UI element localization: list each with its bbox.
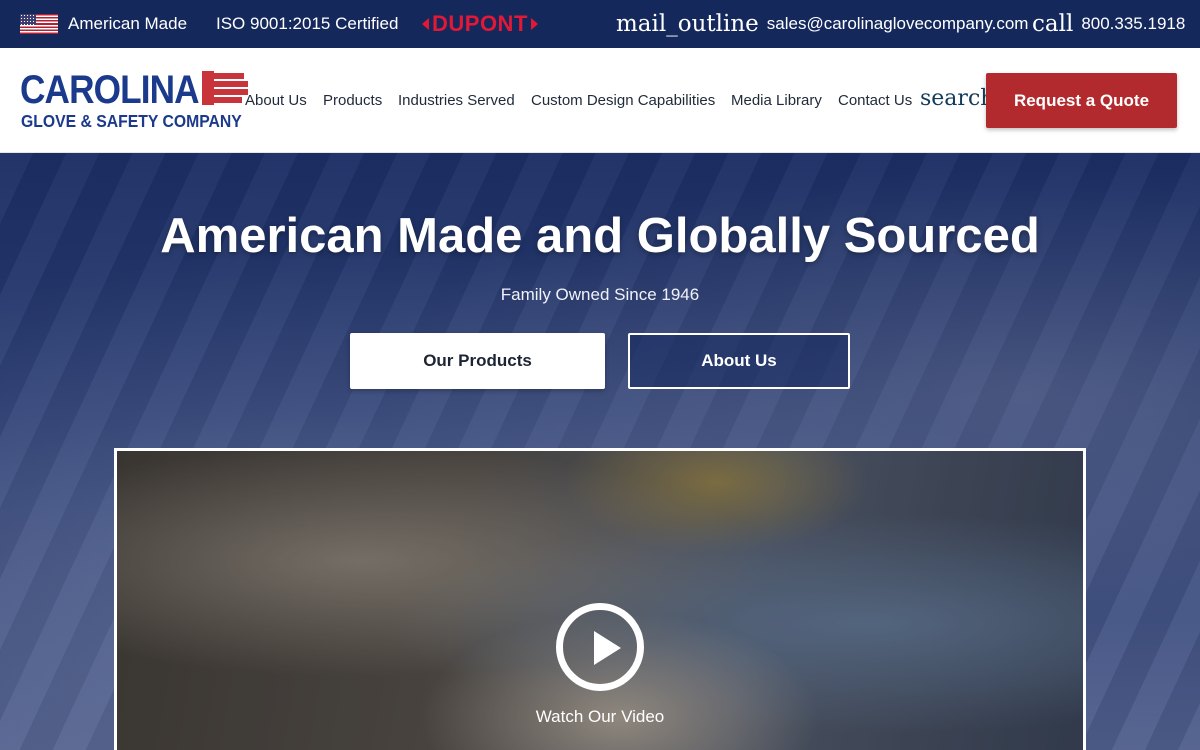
search-icon[interactable]: search bbox=[920, 86, 994, 111]
play-icon[interactable] bbox=[556, 603, 644, 691]
request-quote-button[interactable]: Request a Quote bbox=[986, 73, 1177, 128]
top-utility-bar: American Made ISO 9001:2015 Certified DU… bbox=[0, 0, 1200, 48]
dupont-logo: DUPONT bbox=[422, 0, 538, 48]
site-header: CAROLINA GLOVE & SAFETY COMPANY About Us… bbox=[0, 48, 1200, 153]
nav-industries-served[interactable]: Industries Served bbox=[398, 92, 515, 109]
nav-products[interactable]: Products bbox=[323, 92, 382, 109]
logo-wordmark: CAROLINA bbox=[20, 68, 200, 112]
video-panel[interactable]: Watch Our Video bbox=[114, 448, 1086, 750]
nav-custom-design-capabilities[interactable]: Custom Design Capabilities bbox=[531, 92, 715, 109]
email-link[interactable]: mail_outline sales@carolinaglovecompany.… bbox=[616, 0, 1028, 48]
dupont-logo-text: DUPONT bbox=[432, 11, 528, 36]
american-made-text: American Made bbox=[68, 14, 188, 33]
iso-certification-text: ISO 9001:2015 Certified bbox=[216, 14, 399, 33]
email-address[interactable]: sales@carolinaglovecompany.com bbox=[767, 14, 1029, 34]
site-logo[interactable]: CAROLINA GLOVE & SAFETY COMPANY bbox=[20, 70, 252, 132]
phone-number[interactable]: 800.335.1918 bbox=[1081, 14, 1185, 34]
watch-video-label[interactable]: Watch Our Video bbox=[117, 707, 1083, 727]
nav-contact-us[interactable]: Contact Us bbox=[838, 92, 912, 109]
main-nav: About Us bbox=[245, 48, 307, 153]
phone-link[interactable]: call 800.335.1918 bbox=[1032, 0, 1185, 48]
nav-media-library[interactable]: Media Library bbox=[731, 92, 822, 109]
logo-tagline: GLOVE & SAFETY COMPANY bbox=[21, 111, 242, 131]
our-products-button[interactable]: Our Products bbox=[350, 333, 605, 389]
us-flag-icon bbox=[20, 14, 58, 34]
call-icon: call bbox=[1032, 11, 1074, 37]
hero-title: American Made and Globally Sourced bbox=[160, 209, 1040, 263]
hero-subtitle: Family Owned Since 1946 bbox=[500, 285, 700, 304]
hero-section: American Made and Globally Sourced Famil… bbox=[0, 153, 1200, 750]
american-made-badge: American Made bbox=[20, 0, 187, 48]
nav-about-us[interactable]: About Us bbox=[245, 92, 307, 109]
about-us-button[interactable]: About Us bbox=[628, 333, 850, 389]
mail-outline-icon: mail_outline bbox=[616, 11, 759, 37]
glove-logo-icon bbox=[202, 71, 248, 105]
